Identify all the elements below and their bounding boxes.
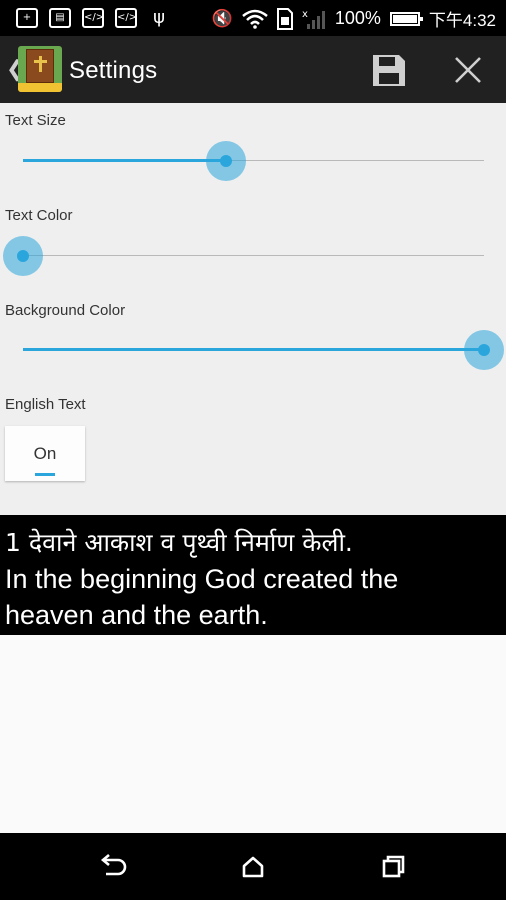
page-title: Settings xyxy=(69,57,158,84)
battery-icon xyxy=(389,11,423,26)
slider-thumb[interactable] xyxy=(219,155,232,167)
notification-icons: + ▤ </> </> ψ xyxy=(16,8,170,28)
usb-icon: ψ xyxy=(153,7,165,28)
text-size-label: Text Size xyxy=(5,112,66,129)
wifi-icon xyxy=(242,9,268,29)
text-color-label: Text Color xyxy=(5,207,73,224)
add-notification-icon: + xyxy=(16,8,38,28)
battery-percent: 100% xyxy=(334,8,381,28)
toggle-state: On xyxy=(33,444,57,463)
save-icon xyxy=(373,55,405,86)
text-size-slider[interactable] xyxy=(23,141,484,181)
back-nav-button[interactable] xyxy=(84,845,144,889)
background-color-label: Background Color xyxy=(5,302,126,319)
slider-thumb[interactable] xyxy=(17,250,29,262)
settings-panel: Text Size Text Color Background Color En… xyxy=(0,103,506,515)
status-bar: + ▤ </> </> ψ 🔇 x 100% 下午4:32 xyxy=(0,0,506,36)
code-icon: </> xyxy=(82,8,104,28)
preview-english-line: heaven and the earth. xyxy=(5,600,268,630)
bible-app-icon[interactable] xyxy=(18,46,62,92)
recents-icon xyxy=(382,855,405,878)
home-icon xyxy=(242,856,264,878)
preview-marathi-line: 1 देवाने आकाश व पृथ्वी निर्माण केली. xyxy=(5,528,353,557)
status-time: 下午4:32 xyxy=(428,11,496,30)
close-button[interactable] xyxy=(440,46,496,94)
text-color-slider[interactable] xyxy=(3,236,484,276)
signal-icon: x xyxy=(302,9,325,29)
navigation-bar xyxy=(0,833,506,900)
slider-thumb[interactable] xyxy=(478,344,490,356)
recents-button[interactable] xyxy=(362,845,422,889)
svg-text:x: x xyxy=(302,9,308,20)
sim-icon xyxy=(276,7,293,30)
close-icon xyxy=(455,57,481,83)
code-icon: </> xyxy=(115,8,137,28)
back-nav-icon xyxy=(100,854,127,876)
gallery-icon: ▤ xyxy=(49,8,71,28)
english-text-toggle[interactable]: On xyxy=(5,426,85,481)
toggle-indicator xyxy=(35,473,55,476)
english-text-label: English Text xyxy=(5,396,86,413)
verse-preview: 1 देवाने आकाश व पृथ्वी निर्माण केली. In … xyxy=(0,515,506,635)
preview-english-line: In the beginning God created the xyxy=(5,564,399,594)
background-color-slider[interactable] xyxy=(23,330,504,370)
mute-icon: 🔇 xyxy=(211,8,233,28)
home-button[interactable] xyxy=(223,845,283,889)
system-icons: 🔇 x 100% 下午4:32 xyxy=(212,6,496,31)
save-button[interactable] xyxy=(360,46,418,94)
action-bar: ❮ Settings xyxy=(0,36,506,103)
